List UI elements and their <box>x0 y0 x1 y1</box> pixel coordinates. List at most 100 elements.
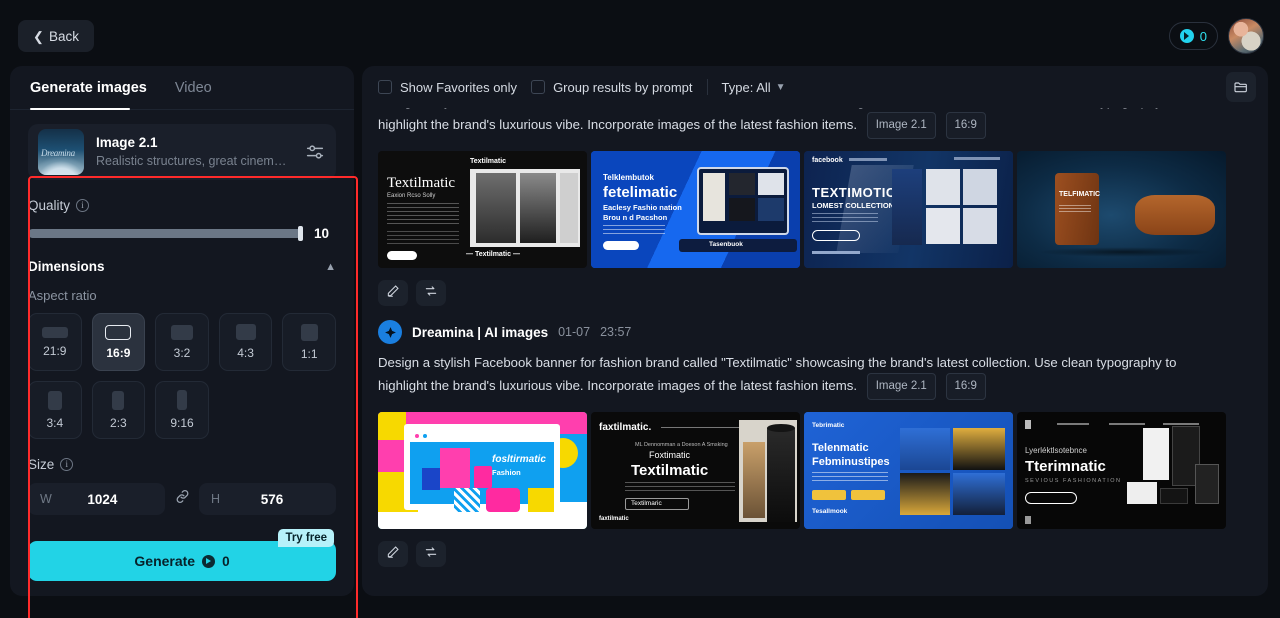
ratio-shape-icon <box>105 324 132 340</box>
favorites-checkbox[interactable] <box>378 80 392 94</box>
model-thumbnail: Dreamina <box>38 129 84 175</box>
aspect-ratio-1-1[interactable]: 1:1 <box>282 313 336 371</box>
generated-image[interactable]: Tebrimatic Telenmatic Febminustipes Tesa… <box>804 412 1013 529</box>
group-label: Group results by prompt <box>553 79 693 95</box>
app-root: ❮ Back 0 Generate images Video Dreamina … <box>0 0 1280 618</box>
ratio-label: 3:2 <box>173 345 191 360</box>
link-icon[interactable] <box>173 488 191 510</box>
dimensions-header[interactable]: Dimensions ▲ <box>28 259 336 274</box>
group-checkbox[interactable] <box>531 80 546 94</box>
size-label: Size <box>28 457 55 472</box>
ratio-shape-icon <box>235 324 256 340</box>
ratio-shape-icon <box>300 323 318 341</box>
aspect-ratio-21-9[interactable]: 21:9 <box>28 313 82 371</box>
height-key: H <box>211 492 221 506</box>
info-icon[interactable]: i <box>76 199 90 212</box>
generated-image[interactable]: faxtilmatic. ML Dennomman a Doeson A Sms… <box>591 412 800 529</box>
ratio-label: 2:3 <box>110 415 127 430</box>
result-prompt: Design a stylish Facebook banner for fas… <box>378 108 1218 139</box>
dimensions-title: Dimensions <box>28 259 105 274</box>
panel-tabs: Generate images Video <box>10 66 354 110</box>
aspect-ratio-2-3[interactable]: 2:3 <box>91 381 146 439</box>
size-section-label: Size i <box>28 457 336 472</box>
credit-coin-icon <box>202 554 216 568</box>
result-header: Dreamina | AI images 01-07 23:57 <box>378 320 1252 344</box>
quality-slider[interactable] <box>28 226 303 241</box>
dreamina-logo-icon <box>378 320 402 344</box>
generated-image-artwork: facebook TEXTIMOTIC LOMEST COLLECTION <box>804 151 1013 268</box>
result-actions <box>378 280 1252 306</box>
generate-button[interactable]: Generate 0 <box>28 541 336 581</box>
sliders-icon[interactable] <box>304 141 326 163</box>
generated-image[interactable]: Textilmatic Eaxion Rcso Solly Textilmati… <box>378 151 587 268</box>
generated-image[interactable]: facebook TEXTIMOTIC LOMEST COLLECTION <box>804 151 1013 268</box>
model-chip: Image 2.1 <box>866 373 936 400</box>
aspect-ratio-9-16[interactable]: 9:16 <box>155 381 209 439</box>
ratio-shape-icon <box>176 390 187 410</box>
aspect-ratio-4-3[interactable]: 4:3 <box>218 313 273 371</box>
generated-image-artwork: Telklembutok fetelimatic Eaclesy Fashio … <box>591 151 800 268</box>
result-block: Dreamina | AI images 01-07 23:57 Design a… <box>362 320 1268 567</box>
tab-generate-images[interactable]: Generate images <box>30 66 147 110</box>
try-free-badge: Try free <box>278 529 334 547</box>
generated-image-artwork: faxtilmatic. ML Dennomman a Doeson A Sms… <box>591 412 800 529</box>
height-value: 576 <box>260 491 284 507</box>
height-field[interactable]: H 576 <box>199 483 336 515</box>
result-image-row: Textilmatic Eaxion Rcso Solly Textilmati… <box>378 151 1252 268</box>
size-row: W 1024 H 576 <box>28 483 336 515</box>
edit-pencil-icon <box>386 545 400 564</box>
chevron-up-icon[interactable]: ▲ <box>325 261 336 273</box>
generated-image[interactable]: TELFIMATIC <box>1017 151 1226 268</box>
ratio-label: 9:16 <box>170 416 194 430</box>
prompt-line-2: brand's luxurious vibe. Incorporate imag… <box>452 116 858 132</box>
chevron-down-icon: ▼ <box>775 81 786 93</box>
model-thumb-label: Dreamina <box>41 148 75 158</box>
model-card[interactable]: Dreamina Image 2.1 Realistic structures,… <box>28 124 336 180</box>
ratio-label: 16:9 <box>106 345 131 360</box>
tab-video[interactable]: Video <box>175 66 212 110</box>
quality-slider-handle[interactable] <box>298 226 303 241</box>
generated-image-artwork: Tebrimatic Telenmatic Febminustipes Tesa… <box>804 412 1013 529</box>
aspect-ratio-label: Aspect ratio <box>28 288 97 303</box>
filter-divider <box>706 79 708 95</box>
group-by-prompt-filter[interactable]: Group results by prompt <box>531 79 693 95</box>
quality-slider-row: 10 <box>28 226 336 241</box>
ratio-shape-icon <box>47 390 62 410</box>
results-list[interactable]: Design a stylish Facebook banner for fas… <box>362 108 1268 596</box>
quality-value: 10 <box>314 226 330 241</box>
back-button[interactable]: ❮ Back <box>18 20 94 52</box>
generated-image-artwork: fosltirmatic Fashion <box>378 412 587 529</box>
ratio-chip: 16:9 <box>945 112 986 139</box>
generated-image[interactable]: Telklembutok fetelimatic Eaclesy Fashio … <box>591 151 800 268</box>
info-icon[interactable]: i <box>60 458 74 471</box>
favorites-filter[interactable]: Show Favorites only <box>378 80 517 95</box>
ratio-label: 1:1 <box>300 346 318 361</box>
edit-button[interactable] <box>378 280 408 306</box>
brand-name: Dreamina | AI images <box>412 324 549 340</box>
prompt-line-2: brand's luxurious vibe. Incorporate imag… <box>452 377 858 393</box>
edit-button[interactable] <box>378 541 408 567</box>
generated-image[interactable]: fosltirmatic Fashion <box>378 412 587 529</box>
aspect-ratio-3-2[interactable]: 3:2 <box>155 313 209 371</box>
type-dropdown[interactable]: Type: All ▼ <box>722 80 786 95</box>
generate-section: Generate 0 Try free <box>28 529 336 581</box>
regenerate-button[interactable] <box>416 541 446 567</box>
width-field[interactable]: W 1024 <box>28 483 165 515</box>
quality-section-label: Quality i <box>28 198 336 213</box>
aspect-ratio-3-4[interactable]: 3:4 <box>28 381 82 439</box>
top-bar: ❮ Back 0 <box>0 0 1280 70</box>
result-date: 01-07 <box>558 325 591 339</box>
ratio-label: 4:3 <box>237 346 254 360</box>
archive-button[interactable] <box>1226 72 1256 102</box>
regenerate-icon <box>424 284 438 303</box>
aspect-ratio-16-9[interactable]: 16:9 <box>91 313 146 371</box>
generated-image-artwork: Textilmatic Eaxion Rcso Solly Textilmati… <box>378 151 587 268</box>
ratio-chip: 16:9 <box>945 373 986 400</box>
result-prompt: Design a stylish Facebook banner for fas… <box>378 352 1218 400</box>
type-label: Type: All <box>721 79 771 95</box>
ratio-label: 3:4 <box>46 415 64 430</box>
regenerate-button[interactable] <box>416 280 446 306</box>
credits-badge[interactable]: 0 <box>1168 22 1218 50</box>
generated-image[interactable]: Lyerléktlsotebnce Tterimnatic SEVIOUS FA… <box>1017 412 1226 529</box>
user-avatar[interactable] <box>1228 18 1264 54</box>
